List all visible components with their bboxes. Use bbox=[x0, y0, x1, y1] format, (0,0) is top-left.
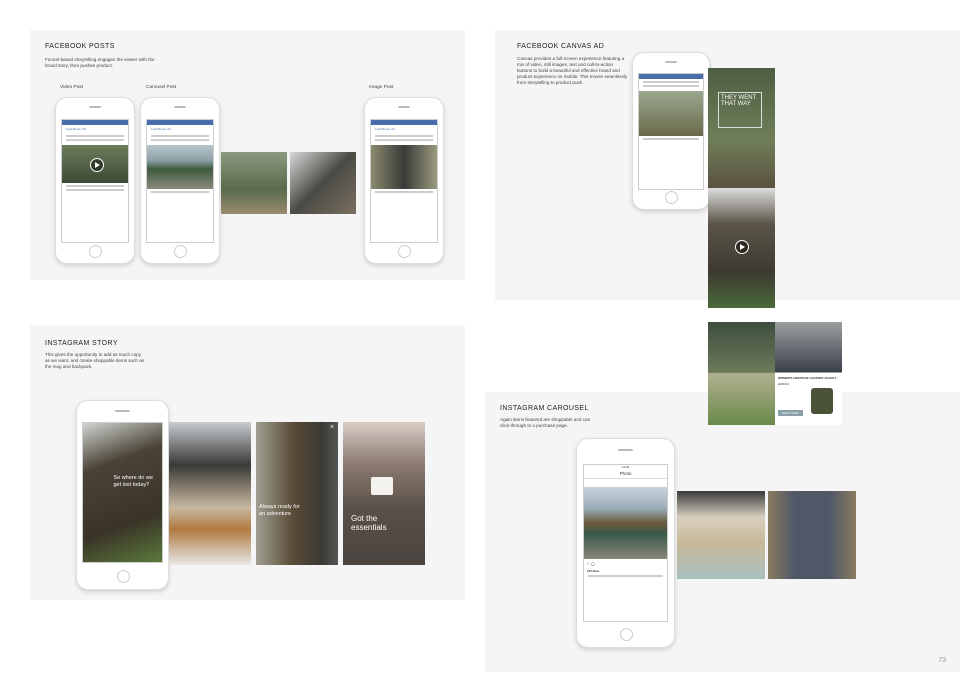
page-name: Land Rover UK bbox=[65, 127, 87, 132]
carousel-card-3[interactable] bbox=[290, 152, 356, 214]
story-screen-2 bbox=[169, 422, 251, 565]
canvas-video-screen[interactable] bbox=[708, 188, 775, 308]
canvas-product-screen: WOMEN'S HERITAGE LEATHER JACKET £380.00 … bbox=[775, 308, 842, 425]
story-caption-2: Always ready for an adventure bbox=[259, 504, 300, 517]
section-title: INSTAGRAM STORY bbox=[45, 340, 118, 347]
canvas-ad-phone bbox=[632, 52, 710, 210]
label-image-post: Image Post bbox=[369, 85, 394, 90]
post-image[interactable] bbox=[370, 145, 438, 190]
section-desc: Funnel-based storytelling engages the vi… bbox=[45, 57, 155, 68]
carousel-card-2[interactable] bbox=[221, 152, 287, 214]
canvas-preview-image[interactable] bbox=[638, 91, 704, 137]
post-image[interactable] bbox=[583, 486, 668, 559]
screen-title: Photo bbox=[583, 469, 668, 479]
video-thumbnail[interactable] bbox=[61, 145, 129, 184]
close-icon[interactable]: × bbox=[330, 424, 334, 431]
page-name: Land Rover UK bbox=[150, 127, 172, 132]
section-title: FACEBOOK POSTS bbox=[45, 43, 115, 50]
canvas-headline: THEY WENT THAT WAY bbox=[718, 92, 762, 128]
page-number: 73 bbox=[938, 657, 946, 664]
mug-image[interactable] bbox=[371, 477, 393, 495]
play-icon[interactable] bbox=[89, 158, 104, 173]
jacket-image bbox=[811, 388, 833, 414]
story-phone: So where do we get lost today? bbox=[76, 400, 169, 590]
story-screen-3: × Always ready for an adventure bbox=[256, 422, 338, 565]
canvas-screen-1: THEY WENT THAT WAY bbox=[708, 68, 775, 188]
section-desc: Canvas provides a full-screen experience… bbox=[517, 56, 628, 85]
label-video-post: Video Post bbox=[60, 85, 84, 90]
product-price: £380.00 bbox=[778, 382, 789, 386]
instagram-phone: 14:30 Photo ♡ ◯ 150 likes bbox=[576, 438, 675, 648]
canvas-screen-3 bbox=[708, 308, 775, 425]
section-title: FACEBOOK CANVAS AD bbox=[517, 43, 605, 50]
play-icon[interactable] bbox=[735, 240, 749, 254]
likes-count: 150 likes bbox=[586, 568, 600, 573]
story-caption-3: Got the essentials bbox=[351, 514, 387, 532]
image-post-phone: Land Rover UK bbox=[364, 97, 444, 264]
section-desc: Again items featured are shoppable and c… bbox=[500, 417, 591, 428]
product-name: WOMEN'S HERITAGE LEATHER JACKET bbox=[778, 376, 837, 380]
page-name: Land Rover UK bbox=[374, 127, 396, 132]
video-post-phone: Land Rover UK bbox=[55, 97, 135, 264]
label-carousel-post: Carousel Post bbox=[146, 85, 177, 90]
carousel-backpack-image[interactable] bbox=[768, 491, 856, 579]
carousel-post-phone: Land Rover UK bbox=[140, 97, 220, 264]
story-screen-4: Got the essentials bbox=[343, 422, 425, 565]
carousel-image[interactable] bbox=[146, 145, 214, 190]
section-desc: This gives the opportunity to add as muc… bbox=[45, 352, 145, 369]
story-caption-1: So where do we get lost today? bbox=[113, 474, 153, 488]
shop-now-button[interactable]: SHOP NOW bbox=[778, 410, 803, 416]
section-title: INSTAGRAM CAROUSEL bbox=[500, 405, 589, 412]
carousel-map-image[interactable] bbox=[677, 491, 765, 579]
